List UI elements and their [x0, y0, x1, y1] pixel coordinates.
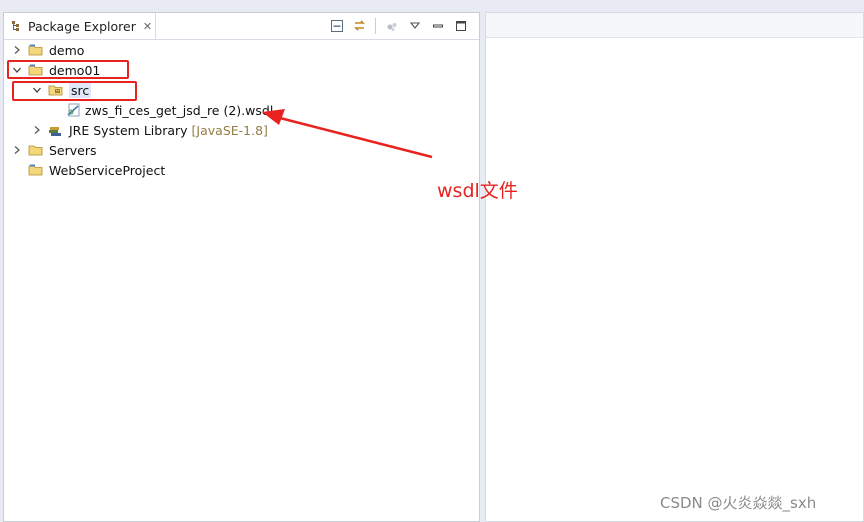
- annotation-label: wsdl文件: [437, 180, 518, 202]
- watermark-text: CSDN @火炎焱燚_sxh: [660, 494, 817, 512]
- annotation-arrow: [262, 109, 433, 159]
